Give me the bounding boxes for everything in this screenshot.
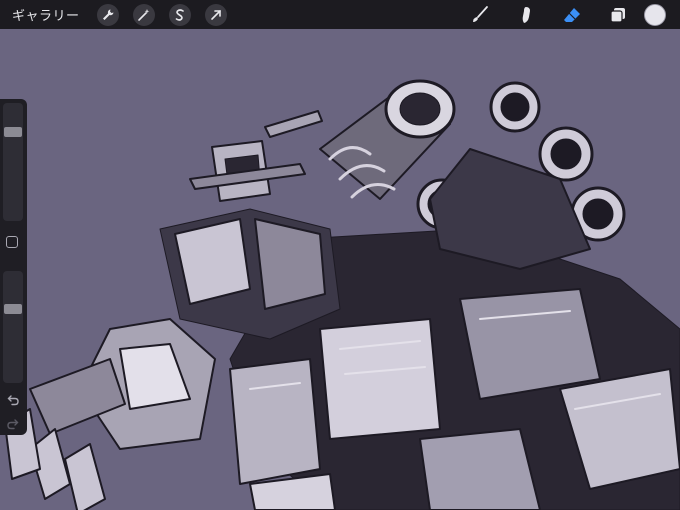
left-sidebar — [0, 99, 27, 435]
drawing-canvas[interactable] — [0, 29, 680, 510]
smudge-tool-button[interactable] — [508, 0, 544, 29]
opacity-thumb[interactable] — [4, 304, 22, 314]
selection-button[interactable] — [168, 3, 191, 26]
brush-size-thumb[interactable] — [4, 127, 22, 137]
eraser-tool-button[interactable] — [554, 0, 590, 29]
layers-icon — [610, 7, 625, 23]
gallery-button[interactable]: ギャラリー — [12, 5, 80, 24]
opacity-slider[interactable] — [3, 271, 23, 383]
right-tool-group — [452, 0, 680, 29]
brush-size-slider[interactable] — [3, 103, 23, 221]
smudge-icon — [522, 6, 530, 23]
top-toolbar: ギャラリー — [0, 0, 680, 29]
actions-button[interactable] — [96, 3, 119, 26]
layers-button[interactable] — [600, 0, 636, 29]
redo-button[interactable] — [6, 417, 20, 431]
magic-wand-icon — [137, 8, 149, 21]
redo-icon — [7, 419, 19, 430]
selection-s-icon — [175, 8, 184, 21]
adjustments-button[interactable] — [132, 3, 155, 26]
transform-button[interactable] — [204, 3, 227, 26]
brush-tool-button[interactable] — [462, 0, 498, 29]
brush-icon — [473, 5, 488, 22]
undo-icon — [7, 395, 19, 406]
eraser-icon — [564, 7, 580, 22]
transform-arrow-icon — [210, 9, 221, 20]
wrench-icon — [102, 9, 114, 20]
square-modify-icon[interactable] — [6, 236, 18, 248]
undo-button[interactable] — [6, 393, 20, 407]
color-picker-button[interactable] — [644, 3, 666, 26]
